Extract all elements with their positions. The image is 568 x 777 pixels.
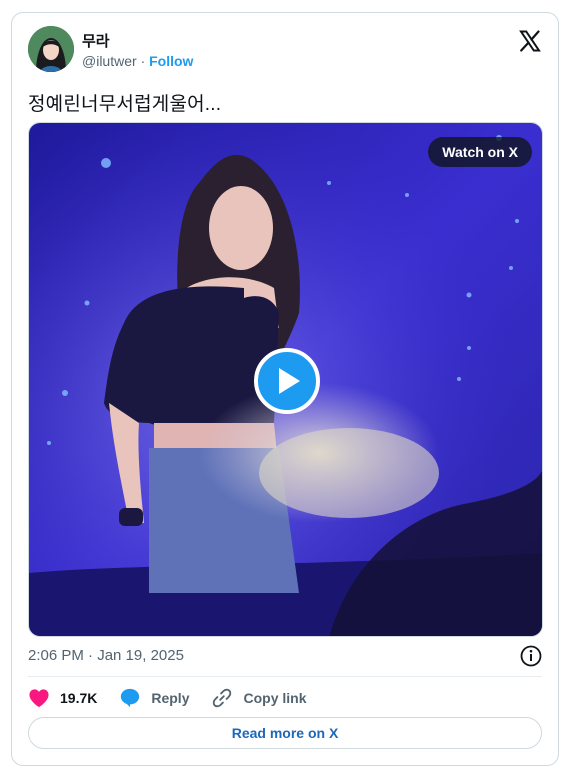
avatar[interactable] [28,26,74,72]
handle-row: @ilutwer · Follow [82,53,193,69]
video-player[interactable]: Watch on X [28,122,543,637]
play-icon [279,368,300,394]
separator: · [140,53,146,69]
x-logo-icon[interactable] [518,29,542,53]
avatar-image [28,26,74,72]
copy-link-label: Copy link [243,690,307,706]
like-button[interactable]: 19.7K [28,688,97,708]
tweet-timestamp[interactable]: 2:06 PM · Jan 19, 2025 [28,647,184,664]
reply-button[interactable]: Reply [119,687,189,709]
display-name[interactable]: 무라 [82,30,110,51]
read-more-button[interactable]: Read more on X [28,717,542,749]
like-count: 19.7K [60,690,98,706]
tweet-text: 정예린너무서럽게울어... [28,94,222,115]
play-button[interactable] [254,348,320,414]
copy-link-button[interactable]: Copy link [211,687,307,709]
follow-button[interactable]: Follow [149,53,193,69]
divider [28,676,542,677]
handle[interactable]: @ilutwer [82,53,137,69]
action-bar: 19.7K Reply Copy link [28,686,329,710]
watch-on-x-button[interactable]: Watch on X [428,137,532,167]
tweet-card: 무라 @ilutwer · Follow 정예린너무서럽게울어... Watch… [11,12,559,766]
reply-label: Reply [151,690,190,706]
reply-bubble-icon [121,688,140,708]
info-icon[interactable] [520,645,542,667]
link-icon [213,688,232,708]
heart-icon [29,689,49,708]
